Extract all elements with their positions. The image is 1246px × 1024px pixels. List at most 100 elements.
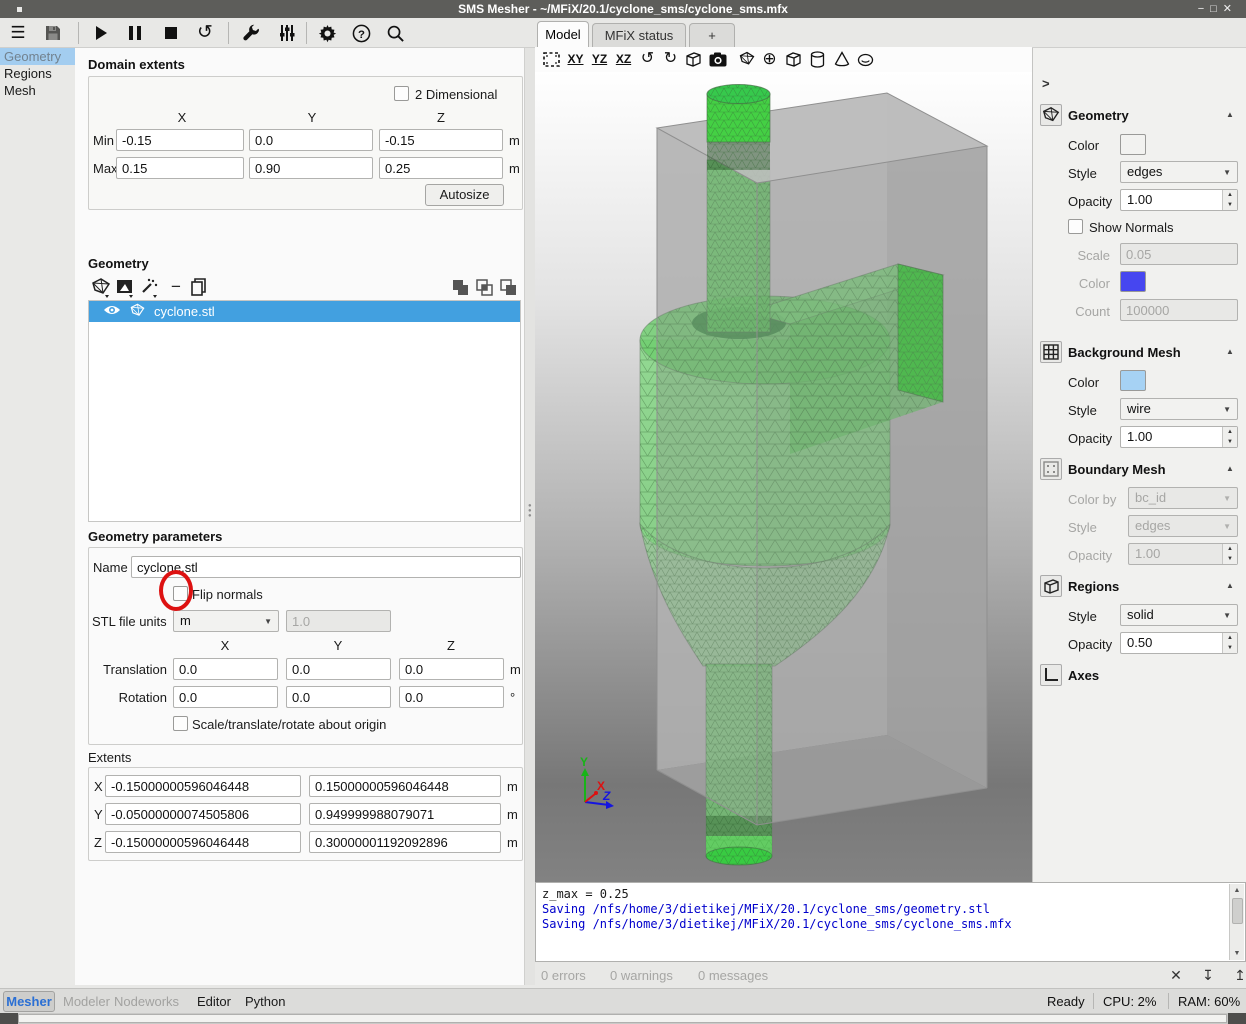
scroll-left-block[interactable] bbox=[0, 1013, 18, 1024]
spinner-arrows-icon[interactable]: ▲▼ bbox=[1222, 190, 1237, 210]
y-min-input[interactable] bbox=[249, 129, 373, 151]
cone-icon[interactable] bbox=[830, 48, 853, 70]
extent-y-min[interactable] bbox=[105, 803, 301, 825]
collapse-geometry-icon[interactable]: ▲ bbox=[1226, 110, 1234, 119]
perspective-icon[interactable] bbox=[682, 48, 705, 70]
bgmesh-color-swatch[interactable] bbox=[1120, 370, 1146, 391]
boundary-mesh-section-icon[interactable] bbox=[1040, 458, 1062, 480]
tab-add[interactable]: + bbox=[689, 23, 735, 48]
maximize-button[interactable]: □ bbox=[1210, 3, 1223, 15]
geo-style-combobox[interactable]: edges▼ bbox=[1120, 161, 1238, 183]
view-xy-icon[interactable]: XY bbox=[564, 48, 587, 70]
translation-y-input[interactable] bbox=[286, 658, 391, 680]
remove-geometry-icon[interactable]: − bbox=[164, 276, 188, 300]
mode-editor[interactable]: Editor bbox=[197, 994, 231, 1009]
help-icon[interactable]: ? bbox=[348, 21, 374, 45]
boolean-union-icon[interactable] bbox=[450, 276, 474, 300]
extent-z-min[interactable] bbox=[105, 831, 301, 853]
background-mesh-section-icon[interactable] bbox=[1040, 341, 1062, 363]
scroll-to-end-icon[interactable]: ↧ bbox=[1198, 966, 1218, 984]
toggle-geometry-icon[interactable] bbox=[735, 48, 758, 70]
axes-section-icon[interactable] bbox=[1040, 664, 1062, 686]
console-scrollbar[interactable]: ▲ ▼ bbox=[1229, 884, 1244, 960]
visibility-eye-icon[interactable] bbox=[103, 303, 121, 320]
boolean-difference-icon[interactable] bbox=[498, 276, 522, 300]
bgmesh-opacity-spinbox[interactable]: 1.00▲▼ bbox=[1120, 426, 1238, 448]
tab-model[interactable]: Model bbox=[537, 21, 589, 48]
rotation-x-input[interactable] bbox=[173, 686, 278, 708]
add-sphere-icon[interactable]: ⊕ bbox=[758, 48, 781, 70]
x-min-input[interactable] bbox=[116, 129, 244, 151]
splitter-handle[interactable]: ●●● bbox=[528, 504, 531, 520]
view-xz-icon[interactable]: XZ bbox=[612, 48, 635, 70]
menu-icon[interactable]: ☰ bbox=[5, 21, 31, 45]
scroll-track[interactable] bbox=[18, 1014, 1227, 1023]
extent-y-max[interactable] bbox=[309, 803, 501, 825]
screenshot-camera-icon[interactable] bbox=[706, 48, 729, 70]
settings-sliders-icon[interactable] bbox=[274, 21, 300, 45]
collapse-regions-icon[interactable]: ▲ bbox=[1226, 581, 1234, 590]
sidebar-item-regions[interactable]: Regions bbox=[0, 65, 75, 82]
cylinder-icon[interactable] bbox=[806, 48, 829, 70]
mode-python[interactable]: Python bbox=[245, 994, 285, 1009]
boolean-intersect-icon[interactable] bbox=[474, 276, 498, 300]
collapse-panel-chevron[interactable]: > bbox=[1042, 76, 1050, 91]
stl-units-combobox[interactable]: m▼ bbox=[173, 610, 279, 632]
reset-view-icon[interactable] bbox=[540, 48, 563, 70]
model-viewport[interactable]: Y Z X bbox=[535, 72, 1032, 882]
add-implicit-icon[interactable] bbox=[114, 276, 138, 300]
two-dimensional-checkbox[interactable] bbox=[394, 86, 409, 101]
extent-x-min[interactable] bbox=[105, 775, 301, 797]
spinner-arrows-icon[interactable]: ▲▼ bbox=[1222, 427, 1237, 447]
regions-section-icon[interactable] bbox=[1040, 575, 1062, 597]
minimize-button[interactable]: − bbox=[1198, 3, 1210, 15]
pause-icon[interactable] bbox=[122, 21, 148, 45]
bgmesh-style-combobox[interactable]: wire▼ bbox=[1120, 398, 1238, 420]
autosize-button[interactable]: Autosize bbox=[425, 184, 504, 206]
collapse-boundary-mesh-icon[interactable]: ▲ bbox=[1226, 464, 1234, 473]
extent-z-max[interactable] bbox=[309, 831, 501, 853]
save-icon[interactable] bbox=[40, 21, 66, 45]
copy-geometry-icon[interactable] bbox=[188, 276, 212, 300]
about-origin-checkbox[interactable] bbox=[173, 716, 188, 731]
spinner-arrows-icon[interactable]: ▲▼ bbox=[1222, 633, 1237, 653]
cube-icon[interactable] bbox=[782, 48, 805, 70]
search-icon[interactable] bbox=[382, 21, 408, 45]
translation-z-input[interactable] bbox=[399, 658, 504, 680]
rotation-y-input[interactable] bbox=[286, 686, 391, 708]
geometry-list-item[interactable]: cyclone.stl bbox=[89, 301, 520, 322]
z-max-input[interactable] bbox=[379, 157, 503, 179]
z-min-input[interactable] bbox=[379, 129, 503, 151]
rotation-z-input[interactable] bbox=[399, 686, 504, 708]
console-output[interactable]: z_max = 0.25 Saving /nfs/home/3/dietikej… bbox=[535, 882, 1246, 962]
regions-opacity-spinbox[interactable]: 0.50▲▼ bbox=[1120, 632, 1238, 654]
scroll-down-icon[interactable]: ▼ bbox=[1230, 947, 1244, 960]
scroll-to-top-icon[interactable]: ↥ bbox=[1230, 966, 1246, 984]
translation-x-input[interactable] bbox=[173, 658, 278, 680]
show-normals-checkbox[interactable] bbox=[1068, 219, 1083, 234]
torus-icon[interactable] bbox=[854, 48, 877, 70]
extent-x-max[interactable] bbox=[309, 775, 501, 797]
geo-opacity-spinbox[interactable]: 1.00▲▼ bbox=[1120, 189, 1238, 211]
sidebar-item-mesh[interactable]: Mesh bbox=[0, 82, 75, 99]
close-button[interactable]: ✕ bbox=[1223, 3, 1238, 15]
filter-wand-icon[interactable] bbox=[138, 276, 162, 300]
add-geometry-icon[interactable] bbox=[90, 276, 114, 300]
rotate-right-icon[interactable]: ↻ bbox=[659, 48, 682, 70]
regions-style-combobox[interactable]: solid▼ bbox=[1120, 604, 1238, 626]
tab-mfix-status[interactable]: MFiX status bbox=[592, 23, 686, 48]
geometry-section-icon[interactable] bbox=[1040, 104, 1062, 126]
view-yz-icon[interactable]: YZ bbox=[588, 48, 611, 70]
gear-icon[interactable] bbox=[314, 21, 340, 45]
y-max-input[interactable] bbox=[249, 157, 373, 179]
build-wrench-icon[interactable] bbox=[238, 21, 264, 45]
mode-mesher-button[interactable]: Mesher bbox=[3, 991, 55, 1012]
x-max-input[interactable] bbox=[116, 157, 244, 179]
geo-color-swatch[interactable] bbox=[1120, 134, 1146, 155]
rotate-left-icon[interactable]: ↺ bbox=[636, 48, 659, 70]
collapse-background-mesh-icon[interactable]: ▲ bbox=[1226, 347, 1234, 356]
sidebar-item-geometry[interactable]: Geometry bbox=[0, 48, 75, 65]
bottom-scroll-strip[interactable] bbox=[0, 1013, 1246, 1024]
scrollbar-thumb[interactable] bbox=[1232, 898, 1243, 924]
scroll-right-block[interactable] bbox=[1228, 1013, 1246, 1024]
